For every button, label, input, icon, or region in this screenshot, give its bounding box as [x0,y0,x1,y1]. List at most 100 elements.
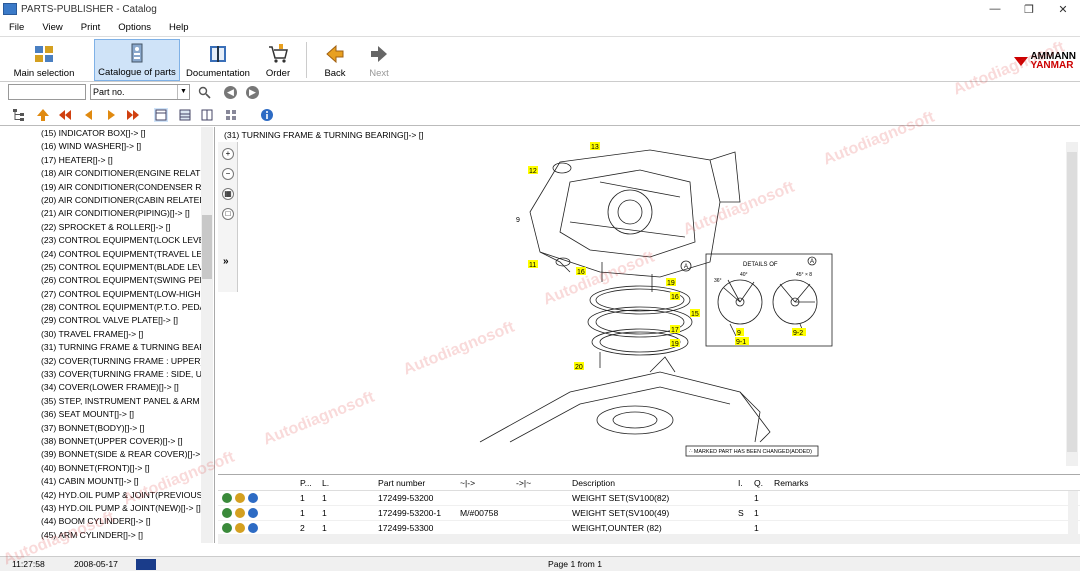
detail-callout-9[interactable]: 9 [737,330,741,337]
tree-item[interactable]: (21) AIR CONDITIONER(PIPING)[]-> [] [0,207,201,220]
callout-12[interactable]: 12 [529,168,537,175]
callout-20[interactable]: 20 [575,364,583,371]
tree-item[interactable]: (32) COVER(TURNING FRAME : UPPER)[]- [0,355,201,368]
documentation-button[interactable]: Documentation [184,39,252,81]
callout-11[interactable]: 11 [529,262,536,269]
col-description[interactable]: Description [570,475,736,490]
view-table-icon[interactable] [178,108,192,122]
tree-item[interactable]: (23) CONTROL EQUIPMENT(LOCK LEVER [0,234,201,247]
search-input[interactable] [8,84,86,100]
col-part-number[interactable]: Part number [376,475,458,490]
parts-vertical-scrollbar[interactable] [1068,491,1078,535]
search-prev-icon[interactable]: ◀ [224,86,237,99]
zoom-fit-icon[interactable]: ▦ [222,188,234,200]
tree-item[interactable]: (15) INDICATOR BOX[]-> [] [0,127,201,140]
next-icon[interactable] [104,108,118,122]
col-info[interactable]: I. [736,475,752,490]
col-valid-to[interactable]: ->|~ [514,475,570,490]
col-level[interactable]: L. [320,475,376,490]
tree-item[interactable]: (39) BONNET(SIDE & REAR COVER)[]-> [] [0,448,201,461]
search-field-select[interactable]: Part no. ▼ [90,84,190,100]
tree-item[interactable]: (34) COVER(LOWER FRAME)[]-> [] [0,381,201,394]
view-list-icon[interactable] [154,108,168,122]
tree-item[interactable]: (41) CABIN MOUNT[]-> [] [0,475,201,488]
tree-item[interactable]: (20) AIR CONDITIONER(CABIN RELATED)[ [0,194,201,207]
tree-item[interactable]: (18) AIR CONDITIONER(ENGINE RELATED [0,167,201,180]
tree-item[interactable]: (45) ARM CYLINDER[]-> [] [0,529,201,542]
tree-item[interactable]: (33) COVER(TURNING FRAME : SIDE, UN [0,368,201,381]
col-remarks[interactable]: Remarks [772,475,972,490]
diagram-scrollbar[interactable] [1066,142,1078,466]
info-icon[interactable] [248,523,258,533]
menu-view[interactable]: View [33,22,71,33]
tree-item[interactable]: (26) CONTROL EQUIPMENT(SWING PEDA [0,274,201,287]
tree-item[interactable]: (29) CONTROL VALVE PLATE[]-> [] [0,314,201,327]
search-next-icon[interactable]: ▶ [246,86,259,99]
tree-scrollbar[interactable] [201,127,213,543]
close-icon[interactable]: ✕ [1046,0,1080,18]
table-row[interactable]: 1 1 172499-53200-1 M/#00758 WEIGHT SET(SV100… [218,506,1080,521]
info-icon[interactable] [248,493,258,503]
next-button[interactable]: Next [362,39,396,81]
order-button[interactable]: Order [258,39,298,81]
callout-17[interactable]: 17 [671,327,679,334]
tree-item[interactable]: (25) CONTROL EQUIPMENT(BLADE LEVEF [0,261,201,274]
info-icon[interactable] [248,508,258,518]
tree-item[interactable]: (17) HEATER[]-> [] [0,154,201,167]
tree-item[interactable]: (28) CONTROL EQUIPMENT(P.T.O. PEDAI [0,301,201,314]
callout-19a[interactable]: 19 [667,280,675,287]
catalogue-button[interactable]: Catalogue of parts [94,39,180,81]
last-icon[interactable] [126,108,140,122]
tree-item[interactable]: (40) BONNET(FRONT)[]-> [] [0,462,201,475]
tree-item[interactable]: (38) BONNET(UPPER COVER)[]-> [] [0,435,201,448]
zoom-window-icon[interactable]: □ [222,208,234,220]
tree-item[interactable]: (36) SEAT MOUNT[]-> [] [0,408,201,421]
tree-structure-icon[interactable] [12,108,26,122]
table-row[interactable]: 1 1 172499-53200 WEIGHT SET(SV100(82) 1 [218,491,1080,506]
tree-item[interactable]: (43) HYD.OIL PUMP & JOINT(NEW)[]-> [] [0,502,201,515]
col-position[interactable]: P... [298,475,320,490]
previous-icon[interactable] [82,108,96,122]
detail-callout-9-2[interactable]: 9-2 [793,330,803,337]
tree-item[interactable]: (27) CONTROL EQUIPMENT(LOW-HIGH F [0,288,201,301]
cart-icon[interactable] [235,523,245,533]
callout-16b[interactable]: 16 [671,294,679,301]
search-icon[interactable] [198,86,211,99]
detail-callout-9-1[interactable]: 9-1 [736,339,746,346]
info-icon[interactable] [260,108,274,122]
tree-item[interactable]: (16) WIND WASHER[]-> [] [0,140,201,153]
cart-icon[interactable] [235,493,245,503]
tree-item[interactable]: (35) STEP, INSTRUMENT PANEL & ARM R [0,395,201,408]
gear-icon[interactable] [222,523,232,533]
callout-9[interactable]: 9 [516,217,520,224]
arrow-up-icon[interactable] [36,108,50,122]
tree-item[interactable]: (31) TURNING FRAME & TURNING BEAR [0,341,201,354]
collapse-panel-icon[interactable]: » [223,256,229,267]
tree-item[interactable]: (24) CONTROL EQUIPMENT(TRAVEL LEVE [0,248,201,261]
gear-icon[interactable] [222,493,232,503]
menu-print[interactable]: Print [72,22,110,33]
menu-file[interactable]: File [0,22,33,33]
zoom-in-icon[interactable]: + [222,148,234,160]
uk-flag-icon[interactable] [136,559,156,570]
zoom-out-icon[interactable]: − [222,168,234,180]
tree-item[interactable]: (22) SPROCKET & ROLLER[]-> [] [0,221,201,234]
first-icon[interactable] [58,108,72,122]
tree-item[interactable]: (19) AIR CONDITIONER(CONDENSER REI [0,181,201,194]
minimize-icon[interactable]: — [978,0,1012,18]
menu-options[interactable]: Options [109,22,160,33]
menu-help[interactable]: Help [160,22,198,33]
view-grid-icon[interactable] [224,108,238,122]
main-selection-button[interactable]: Main selection [8,39,80,81]
gear-icon[interactable] [222,508,232,518]
callout-19b[interactable]: 19 [671,341,679,348]
back-button[interactable]: Back [318,39,352,81]
maximize-icon[interactable]: ❐ [1012,0,1046,18]
tree-item[interactable]: (30) TRAVEL FRAME[]-> [] [0,328,201,341]
tree-item[interactable]: (37) BONNET(BODY)[]-> [] [0,422,201,435]
tree-item[interactable]: (42) HYD.OIL PUMP & JOINT(PREVIOUS)[ [0,489,201,502]
callout-13[interactable]: 13 [591,144,599,151]
callout-15[interactable]: 15 [691,311,699,318]
parts-horizontal-scrollbar[interactable] [218,534,1080,544]
col-valid-from[interactable]: ~|-> [458,475,514,490]
